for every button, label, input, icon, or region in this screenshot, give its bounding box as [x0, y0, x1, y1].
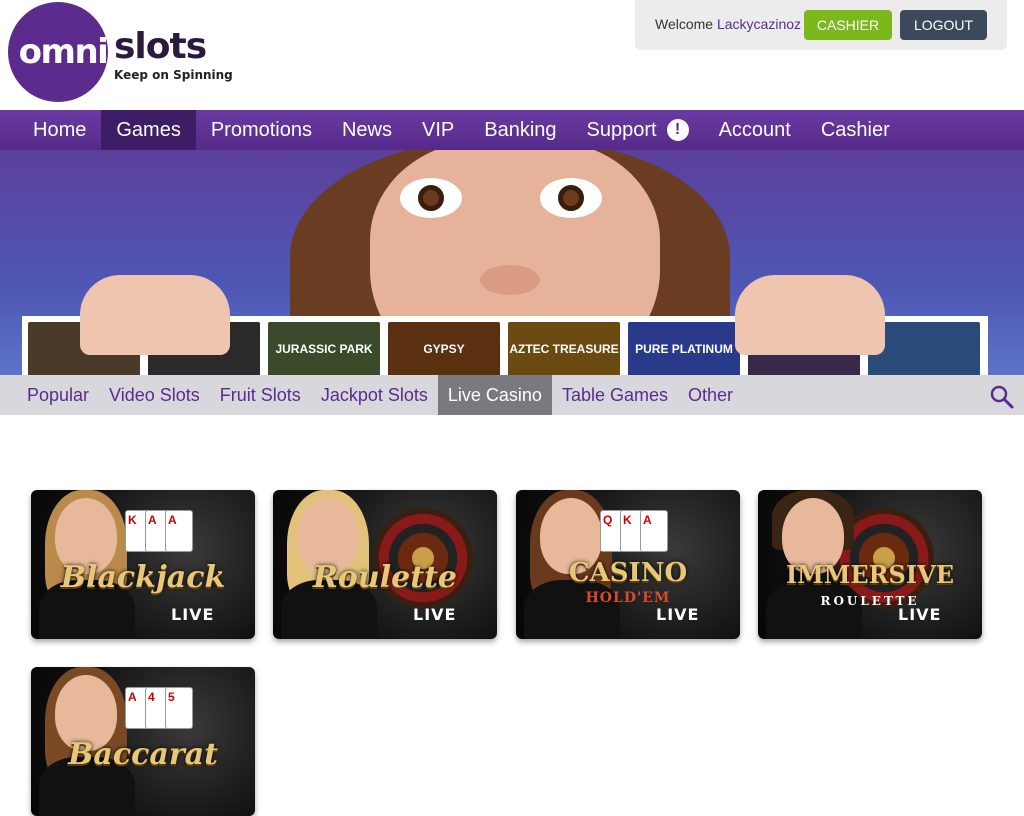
game-card-immersive-roulette[interactable]: IMMERSIVE ROULETTE LIVE [758, 490, 982, 639]
game-card-casino-holdem[interactable]: Q K A CASINO HOLD'EM LIVE [516, 490, 740, 639]
nav-support[interactable]: Support ! [572, 110, 704, 150]
welcome-label: Welcome [655, 16, 714, 32]
game-title: IMMERSIVE [785, 560, 955, 589]
hero-tile-label: JURASSIC PARK [275, 342, 373, 356]
live-badge: LIVE [413, 605, 457, 624]
game-subtitle: ROULETTE [820, 594, 920, 608]
hero-nose [480, 265, 540, 295]
game-card-roulette[interactable]: Roulette LIVE [273, 490, 497, 639]
main-nav: Home Games Promotions News VIP Banking S… [0, 110, 1024, 150]
hero-right-hand [735, 275, 885, 355]
cashier-button[interactable]: CASHIER [804, 10, 892, 40]
nav-home[interactable]: Home [0, 110, 101, 150]
live-badge: LIVE [171, 605, 215, 624]
category-table-games[interactable]: Table Games [552, 375, 678, 415]
playing-card: A [640, 510, 668, 552]
category-fruit-slots[interactable]: Fruit Slots [210, 375, 311, 415]
nav-account[interactable]: Account [704, 110, 806, 150]
hero-tile-label: PURE PLATINUM [635, 342, 733, 356]
search-icon[interactable] [990, 385, 1014, 409]
hero-tile: PURE PLATINUM [628, 322, 740, 375]
hero-left-iris [418, 185, 444, 211]
game-title: Roulette [312, 560, 458, 595]
playing-cards: Q K A [600, 510, 668, 552]
hero-tile: GYPSY [388, 322, 500, 375]
playing-cards: K A A [125, 510, 193, 552]
hero-right-iris [558, 185, 584, 211]
nav-games[interactable]: Games [101, 110, 196, 150]
game-title: Blackjack [60, 560, 226, 595]
hero-tile-label: GYPSY [423, 342, 465, 356]
game-category-nav: Popular Video Slots Fruit Slots Jackpot … [0, 375, 1024, 415]
hero-tile: AZTEC TREASURE [508, 322, 620, 375]
nav-account-label: Account [718, 119, 791, 141]
logout-button[interactable]: LOGOUT [900, 10, 987, 40]
user-panel: Welcome Lackycazinoz CASHIER LOGOUT [635, 0, 1007, 50]
playing-card: 5 [165, 687, 193, 729]
hero-right-eye [540, 178, 602, 218]
logo-tagline: Keep on Spinning [114, 68, 233, 82]
category-video-slots[interactable]: Video Slots [99, 375, 210, 415]
nav-home-label: Home [33, 119, 87, 141]
welcome-message: Welcome Lackycazinoz [655, 16, 801, 32]
playing-cards: A 4 5 [125, 687, 193, 729]
nav-promotions-label: Promotions [210, 119, 312, 141]
category-popular[interactable]: Popular [0, 375, 99, 415]
site-logo[interactable]: omni slots Keep on Spinning [8, 2, 233, 102]
nav-support-label: Support [586, 119, 657, 141]
live-badge: LIVE [898, 605, 942, 624]
username-link[interactable]: Lackycazinoz [717, 16, 801, 32]
nav-vip-label: VIP [422, 119, 455, 141]
game-title: Baccarat [68, 737, 218, 772]
nav-news[interactable]: News [327, 110, 407, 150]
nav-cashier[interactable]: Cashier [806, 110, 905, 150]
game-subtitle: HOLD'EM [585, 590, 671, 606]
hero-left-hand [80, 275, 230, 355]
hero-tile-label: AZTEC TREASURE [509, 342, 619, 356]
nav-news-label: News [341, 119, 392, 141]
category-jackpot-slots[interactable]: Jackpot Slots [311, 375, 438, 415]
exclamation-icon: ! [666, 119, 689, 141]
live-badge: LIVE [656, 605, 700, 624]
logo-omni-text: omni [18, 32, 109, 72]
nav-promotions[interactable]: Promotions [196, 110, 327, 150]
hero-left-eye [400, 178, 462, 218]
playing-card: A [165, 510, 193, 552]
game-card-baccarat[interactable]: A 4 5 Baccarat [31, 667, 255, 816]
logo-wordmark: slots Keep on Spinning [114, 26, 233, 83]
nav-vip[interactable]: VIP [407, 110, 469, 150]
logo-slots-text: slots [114, 26, 207, 67]
game-card-blackjack[interactable]: K A A Blackjack LIVE [31, 490, 255, 639]
category-live-casino[interactable]: Live Casino [437, 375, 552, 415]
hero-tile: JURASSIC PARK [268, 322, 380, 375]
hero-banner: JURASSIC PARK GYPSY AZTEC TREASURE PURE … [0, 150, 1024, 375]
site-header: omni slots Keep on Spinning Welcome Lack… [0, 0, 1024, 110]
game-title: CASINO [568, 558, 688, 588]
nav-games-label: Games [116, 119, 181, 141]
dealer-body [524, 580, 620, 639]
nav-cashier-label: Cashier [820, 119, 890, 141]
nav-banking[interactable]: Banking [469, 110, 571, 150]
category-other[interactable]: Other [678, 375, 743, 415]
nav-banking-label: Banking [484, 119, 557, 141]
logo-circle: omni [8, 2, 109, 102]
